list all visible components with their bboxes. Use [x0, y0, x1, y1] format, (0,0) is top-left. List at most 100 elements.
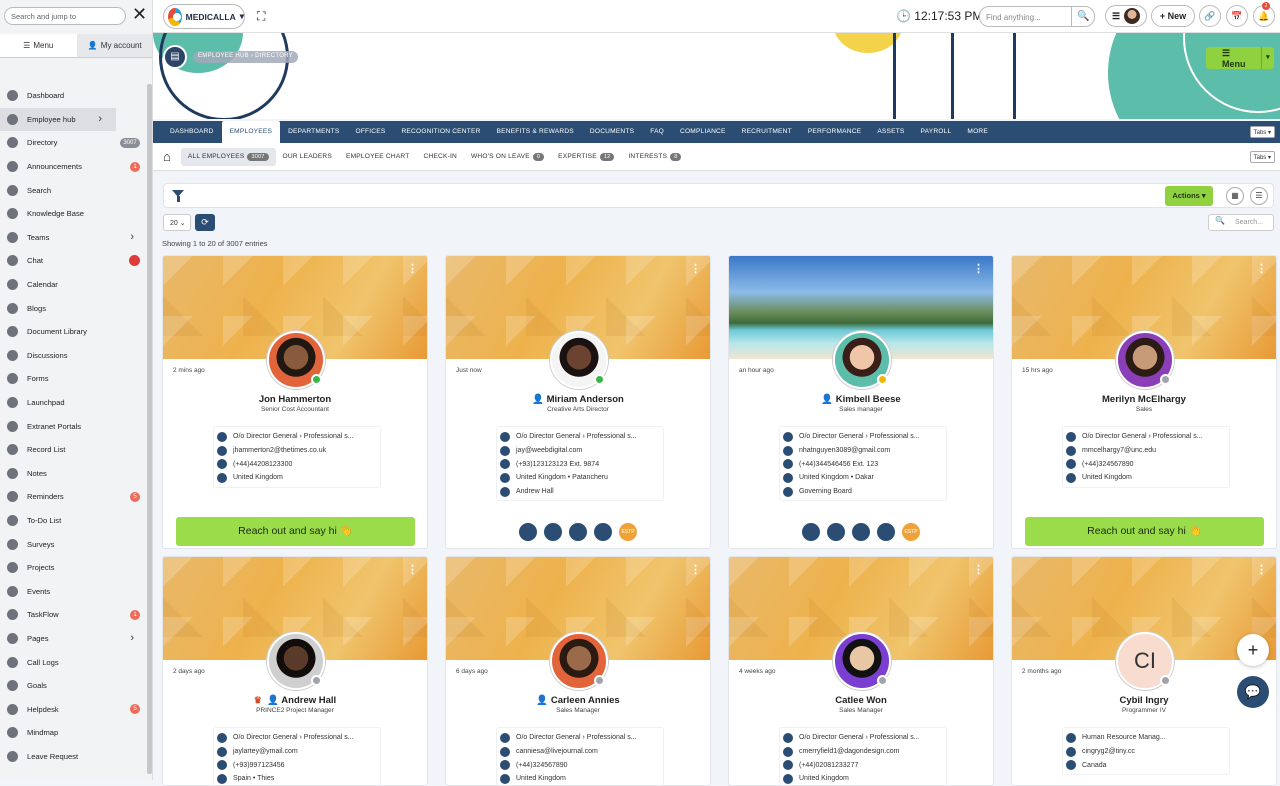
- sidebar-item-directory[interactable]: Directory 3007: [0, 131, 148, 155]
- sidebar-item-search[interactable]: Search: [0, 178, 148, 202]
- org-chart-icon[interactable]: [594, 523, 612, 541]
- star-icon[interactable]: [544, 523, 562, 541]
- breadcrumb[interactable]: EMPLOYEE HUB › DIRECTORY: [193, 51, 298, 63]
- tab-benefits-rewards[interactable]: BENEFITS & REWARDS: [489, 121, 582, 143]
- employee-name[interactable]: Jon Hammerton: [163, 394, 427, 405]
- banner-menu-button[interactable]: ☰ Menu ▾: [1206, 47, 1274, 69]
- more-vertical-icon[interactable]: ⋮: [973, 565, 984, 576]
- contact-row[interactable]: jhammerton2@thetimes.co.uk: [217, 444, 380, 458]
- grid-view-icon[interactable]: ▦: [1226, 187, 1244, 205]
- contact-row[interactable]: jay@weebdigital.com: [500, 444, 663, 458]
- sidebar-item-to-do-list[interactable]: To-Do List: [0, 509, 148, 533]
- sidebar-item-blogs[interactable]: Blogs: [0, 296, 148, 320]
- tab-performance[interactable]: PERFORMANCE: [800, 121, 870, 143]
- chevron-right-icon[interactable]: ›: [130, 231, 134, 243]
- contact-row[interactable]: mmcelhargy7@unc.edu: [1066, 444, 1229, 458]
- sidebar-item-dashboard[interactable]: Dashboard: [0, 84, 148, 108]
- sidebar-item-chat[interactable]: Chat: [0, 249, 148, 273]
- tab-faq[interactable]: FAQ: [642, 121, 672, 143]
- tab-payroll[interactable]: PAYROLL: [913, 121, 960, 143]
- star-icon[interactable]: [827, 523, 845, 541]
- tab-assets[interactable]: ASSETS: [869, 121, 912, 143]
- close-icon[interactable]: ✕: [132, 5, 148, 24]
- calendar-icon[interactable]: 📅: [1226, 5, 1248, 27]
- sidebar-item-call-logs[interactable]: Call Logs: [0, 650, 148, 674]
- employee-card[interactable]: ⋮ an hour ago 👤 Kimbell Beese Sales manager…: [728, 255, 994, 549]
- chat-icon[interactable]: [852, 523, 870, 541]
- employee-card[interactable]: ⋮ CI 2 months ago Cybil Ingry Programmer IV H…: [1011, 556, 1277, 786]
- subtabs-dropdown[interactable]: Tabs ▾: [1249, 151, 1275, 163]
- home-icon[interactable]: ⌂: [163, 149, 171, 164]
- more-vertical-icon[interactable]: ⋮: [1256, 565, 1267, 576]
- sidebar-item-extranet-portals[interactable]: Extranet Portals: [0, 414, 148, 438]
- fullscreen-icon[interactable]: ⛶: [257, 9, 265, 24]
- reach-out-button[interactable]: Reach out and say hi 👋: [176, 517, 415, 546]
- sidebar-item-pages[interactable]: Pages ›: [0, 627, 148, 651]
- chat-fab-button[interactable]: 💬: [1237, 676, 1269, 708]
- sidebar-item-taskflow[interactable]: TaskFlow 1: [0, 603, 148, 627]
- sidebar-scrollbar[interactable]: [147, 84, 152, 774]
- employee-card[interactable]: ⋮ 2 days ago ♛ 👤 Andrew Hall PRINCE2 Projec…: [162, 556, 428, 786]
- sidebar-item-projects[interactable]: Projects: [0, 556, 148, 580]
- sidebar-item-knowledge-base[interactable]: Knowledge Base: [0, 202, 148, 226]
- tab-recognition-center[interactable]: RECOGNITION CENTER: [393, 121, 488, 143]
- tab-departments[interactable]: DEPARTMENTS: [280, 121, 347, 143]
- sidebar-item-discussions[interactable]: Discussions: [0, 344, 148, 368]
- sidebar-item-mindmap[interactable]: Mindmap: [0, 721, 148, 745]
- refresh-button[interactable]: ⟳: [195, 214, 215, 231]
- employee-name[interactable]: ♛ 👤 Andrew Hall: [163, 695, 427, 706]
- brand-switcher[interactable]: MEDICALLA ▾: [163, 4, 245, 29]
- more-vertical-icon[interactable]: ⋮: [407, 264, 418, 275]
- sidebar-item-goals[interactable]: Goals: [0, 674, 148, 698]
- contact-row[interactable]: cingryg2@tiny.cc: [1066, 745, 1229, 759]
- filter-icon[interactable]: [172, 190, 184, 202]
- personality-badge[interactable]: ESTP: [619, 523, 637, 541]
- more-vertical-icon[interactable]: ⋮: [407, 565, 418, 576]
- tab-my-account[interactable]: 👤 My account: [76, 34, 152, 57]
- subtab-all-employees[interactable]: ALL EMPLOYEES 3007: [180, 147, 276, 166]
- subtab-interests[interactable]: INTERESTS 8: [621, 148, 688, 166]
- subtab-expertise[interactable]: EXPERTISE 12: [551, 148, 621, 166]
- sidebar-item-document-library[interactable]: Document Library: [0, 320, 148, 344]
- subtab-who-s-on-leave[interactable]: WHO'S ON LEAVE 0: [464, 148, 551, 166]
- sidebar-item-calendar[interactable]: Calendar: [0, 273, 148, 297]
- employee-name[interactable]: 👤 Kimbell Beese: [729, 394, 993, 405]
- sidebar-item-leave-request[interactable]: Leave Request: [0, 745, 148, 769]
- sidebar-item-surveys[interactable]: Surveys: [0, 532, 148, 556]
- add-fab-button[interactable]: +: [1237, 634, 1269, 666]
- more-vertical-icon[interactable]: ⋮: [690, 565, 701, 576]
- sidebar-search-input[interactable]: Search and jump to: [4, 7, 126, 25]
- sidebar-item-reminders[interactable]: Reminders 5: [0, 485, 148, 509]
- tab-documents[interactable]: DOCUMENTS: [582, 121, 642, 143]
- contact-row[interactable]: jaylartey@ymail.com: [217, 745, 380, 759]
- tabs-dropdown[interactable]: Tabs ▾: [1249, 126, 1275, 138]
- search-icon[interactable]: 🔍: [1071, 6, 1095, 27]
- more-vertical-icon[interactable]: ⋮: [1256, 264, 1267, 275]
- tab-dashboard[interactable]: DASHBOARD: [162, 121, 222, 143]
- chevron-right-icon[interactable]: ›: [130, 632, 134, 644]
- subtab-check-in[interactable]: CHECK-IN: [417, 148, 464, 166]
- contact-row[interactable]: cmerryfield1@dagondesign.com: [783, 745, 946, 759]
- employee-name[interactable]: Cybil Ingry: [1012, 695, 1276, 706]
- page-size-select[interactable]: 20 ⌄: [163, 214, 191, 231]
- employee-name[interactable]: 👤 Carleen Annies: [446, 695, 710, 706]
- tab-employees[interactable]: EMPLOYEES: [221, 121, 281, 143]
- employee-card[interactable]: ⋮ Just now 👤 Miriam Anderson Creative Arts …: [445, 255, 711, 549]
- contact-row[interactable]: canniesa@livejournal.com: [500, 745, 663, 759]
- trophy-icon[interactable]: [802, 523, 820, 541]
- sidebar-item-employee-hub[interactable]: Employee hub ›: [0, 107, 116, 132]
- list-view-icon[interactable]: ☰: [1250, 187, 1268, 205]
- personality-badge[interactable]: ESTP: [902, 523, 920, 541]
- link-icon[interactable]: 🔗: [1199, 5, 1221, 27]
- sidebar-item-announcements[interactable]: Announcements 1: [0, 155, 148, 179]
- caret-down-icon[interactable]: ▾: [1260, 47, 1274, 69]
- subtab-employee-chart[interactable]: EMPLOYEE CHART: [339, 148, 417, 166]
- reach-out-button[interactable]: Reach out and say hi 👋: [1025, 517, 1264, 546]
- more-vertical-icon[interactable]: ⋮: [690, 264, 701, 275]
- employee-name[interactable]: Merilyn McElhargy: [1012, 394, 1276, 405]
- sidebar-item-launchpad[interactable]: Launchpad: [0, 391, 148, 415]
- sidebar-item-record-list[interactable]: Record List: [0, 438, 148, 462]
- more-vertical-icon[interactable]: ⋮: [973, 264, 984, 275]
- tab-more[interactable]: MORE: [959, 121, 996, 143]
- tab-offices[interactable]: OFFICES: [347, 121, 393, 143]
